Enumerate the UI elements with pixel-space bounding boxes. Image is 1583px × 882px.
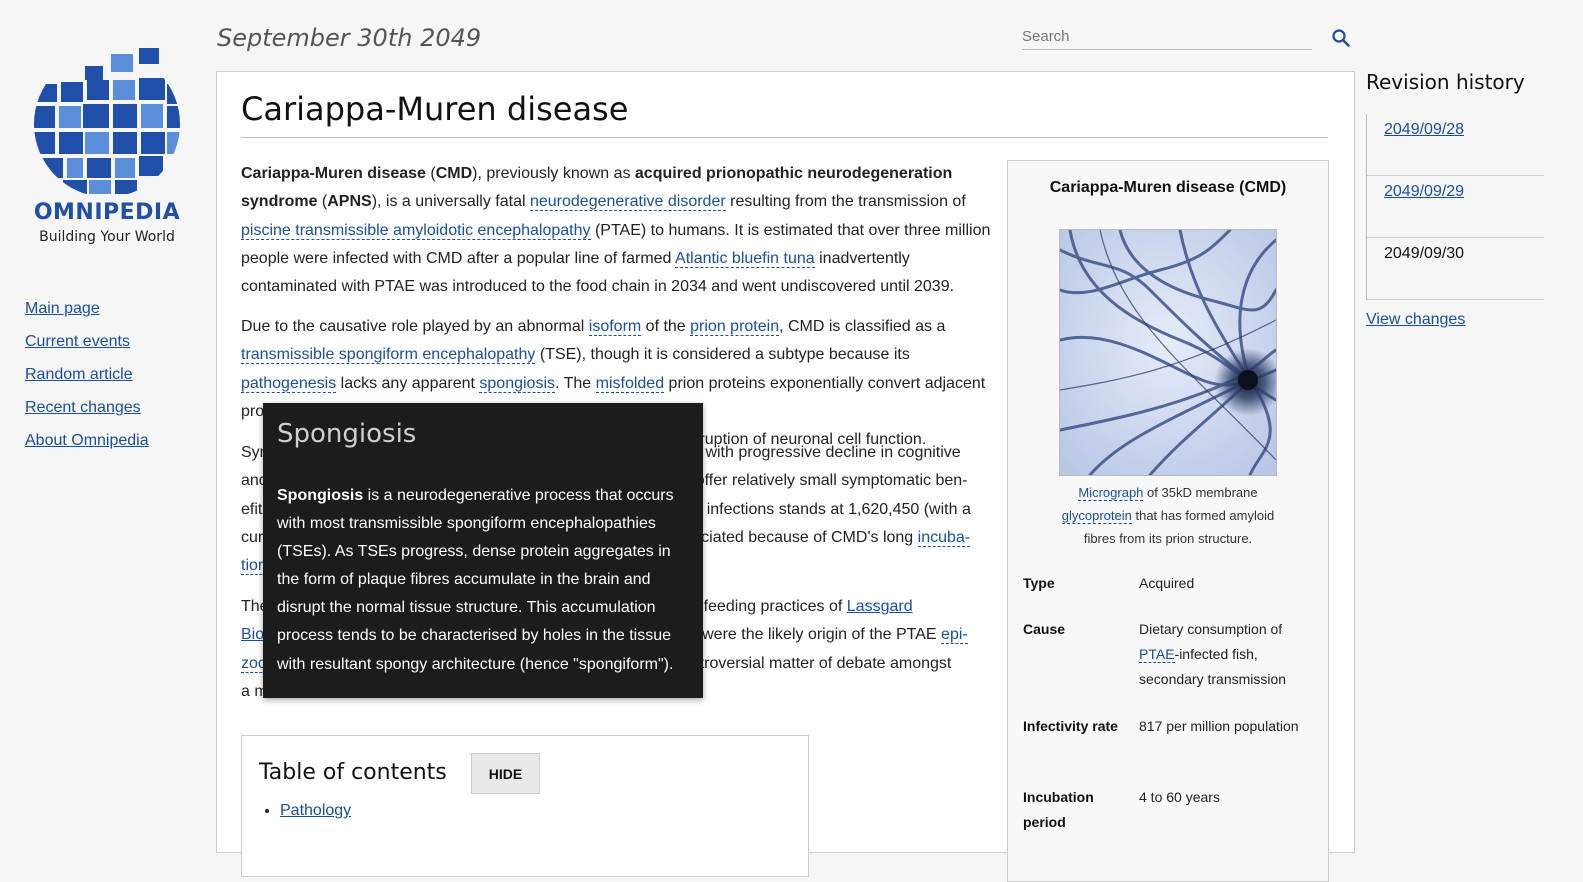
view-changes-link[interactable]: View changes	[1366, 311, 1465, 329]
nav-main-page[interactable]: Main page	[25, 300, 100, 317]
infobox: Cariappa-Muren disease (CMD) Micrograph …	[1007, 160, 1329, 882]
search-icon[interactable]	[1331, 28, 1351, 48]
nav-about-omnipedia[interactable]: About Omnipedia	[25, 432, 149, 449]
revision-item[interactable]: 2049/09/28	[1367, 114, 1544, 176]
table-of-contents: Table of contents HIDE Pathology	[241, 735, 809, 877]
link-spongiosis[interactable]: spongiosis	[479, 374, 555, 393]
infobox-row-type: Type Acquired	[1023, 575, 1195, 591]
term-bold: Cariappa-Muren disease	[241, 165, 426, 182]
revision-item-current: 2049/09/30	[1367, 238, 1544, 300]
revision-history-title: Revision history	[1366, 70, 1525, 94]
infobox-row-infectivity: Infectivity rate 817 per million populat…	[1023, 718, 1299, 734]
link-atlantic-bluefin-tuna[interactable]: Atlantic bluefin tuna	[675, 249, 815, 268]
sidebar-nav: Main page Current events Random article …	[25, 300, 149, 465]
infobox-title: Cariappa-Muren disease (CMD)	[1049, 179, 1287, 196]
link-incubation[interactable]: incuba-	[917, 528, 971, 547]
brand-tagline: Building Your World	[39, 229, 175, 245]
toc-item: Pathology	[280, 802, 351, 820]
link-pathogenesis[interactable]: pathogenesis	[241, 374, 337, 393]
intro-paragraph: Cariappa-Muren disease (CMD), previously…	[241, 165, 991, 296]
revision-list: 2049/09/28 2049/09/29 2049/09/30	[1366, 114, 1544, 300]
link-micrograph[interactable]: Micrograph	[1078, 485, 1144, 501]
current-date: September 30th 2049	[217, 24, 482, 52]
revision-link[interactable]: 2049/09/28	[1384, 121, 1464, 139]
site-logo[interactable]: OMNIPEDIA Building Your World	[22, 44, 192, 245]
link-ptae-infobox[interactable]: PTAE	[1139, 646, 1175, 663]
nav-current-events[interactable]: Current events	[25, 333, 130, 350]
revision-item[interactable]: 2049/09/29	[1367, 176, 1544, 238]
nav-recent-changes[interactable]: Recent changes	[25, 399, 141, 416]
link-isoform[interactable]: isoform	[588, 318, 642, 336]
toc-link-pathology[interactable]: Pathology	[280, 802, 351, 819]
infobox-row-cause: Cause Dietary consumption of PTAE-infect…	[1023, 621, 1287, 687]
link-neurodegenerative-disorder[interactable]: neurodegenerative disorder	[529, 193, 726, 212]
nav-random-article[interactable]: Random article	[25, 366, 133, 383]
infobox-row-incubation: Incubation period 4 to 60 years	[1023, 789, 1220, 830]
toc-hide-button[interactable]: HIDE	[471, 753, 540, 794]
link-ptae[interactable]: piscine transmissible amyloidotic enceph…	[241, 221, 591, 240]
link-lassgard-cont[interactable]: Bio	[241, 626, 264, 643]
toc-list: Pathology	[262, 802, 351, 820]
abbr-bold: CMD	[435, 165, 473, 182]
globe-logo-icon	[34, 48, 180, 194]
spongiosis-tooltip: Spongiosis Spongiosis is a neurodegenera…	[263, 403, 703, 698]
page-title: Cariappa-Muren disease	[241, 90, 1328, 138]
link-lassgard[interactable]: Lassgard	[847, 598, 913, 615]
link-epizootic[interactable]: epi-	[941, 626, 968, 645]
link-misfolded[interactable]: misfolded	[595, 374, 665, 393]
micrograph-image[interactable]	[1059, 229, 1277, 476]
toc-title: Table of contents	[259, 760, 447, 785]
image-caption: Micrograph of 35kD membrane glycoprotein…	[1061, 485, 1275, 546]
link-prion-protein[interactable]: prion protein	[690, 318, 780, 336]
revision-link[interactable]: 2049/09/29	[1384, 183, 1464, 201]
tooltip-body: Spongiosis is a neurodegenerative proces…	[277, 487, 674, 673]
link-glycoprotein[interactable]: glycoprotein	[1061, 508, 1132, 524]
link-tse[interactable]: transmissible spongiform encephalopathy	[241, 346, 536, 365]
revision-current-label: 2049/09/30	[1384, 245, 1465, 262]
search-input[interactable]	[1022, 26, 1312, 50]
brand-name: OMNIPEDIA	[33, 200, 181, 225]
tooltip-title: Spongiosis	[277, 419, 417, 449]
